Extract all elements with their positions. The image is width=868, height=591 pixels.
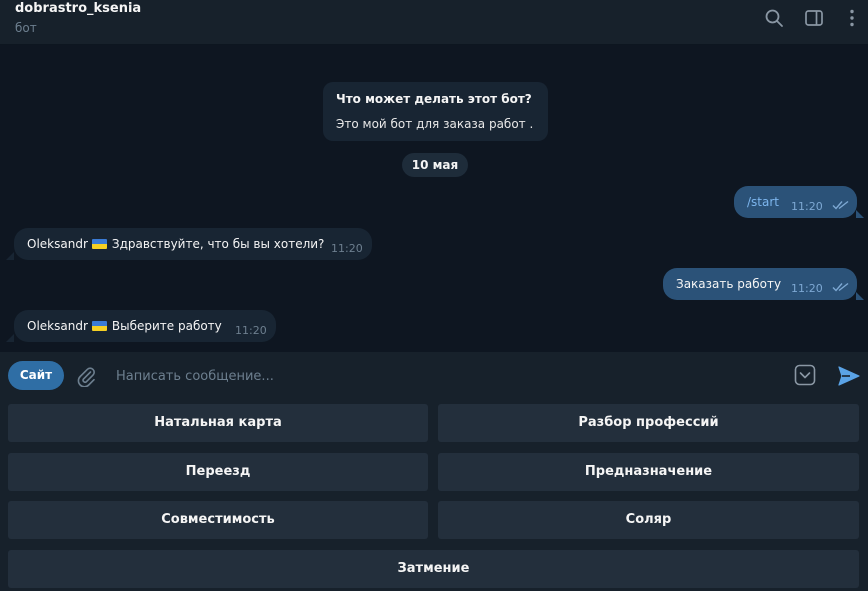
message-body: Выберите работу [111,319,222,333]
reply-keyboard: Натальная карта Разбор профессий Переезд… [0,399,868,591]
message-time: 11:20 [331,242,363,255]
more-icon[interactable] [842,8,862,28]
keyboard-button-purpose[interactable]: Предназначение [438,453,859,491]
message-time: 11:20 [791,200,823,213]
read-check-icon [832,200,849,210]
message-text: Заказать работу [676,277,782,291]
send-icon[interactable] [837,364,861,388]
sender-name: Oleksandr [27,319,88,333]
bot-intro-text: Это мой бот для заказа работ . [336,117,534,131]
message-body: Здравствуйте, что бы вы хотели? [111,237,325,251]
ukraine-flag-icon [91,239,107,249]
keyboard-button-compatibility[interactable]: Совместимость [8,501,428,539]
sidebar-toggle-icon[interactable] [804,8,824,28]
message-outgoing[interactable]: /start 11:20 [734,186,857,218]
bot-keyboard-icon[interactable] [794,364,816,386]
keyboard-button-professions[interactable]: Разбор профессий [438,404,859,442]
ukraine-flag-icon [91,321,107,331]
attach-icon[interactable] [75,365,97,387]
message-incoming[interactable]: Oleksandr Здравствуйте, что бы вы хотели?… [14,228,372,260]
site-button[interactable]: Сайт [8,361,64,390]
bubble-tail [6,252,14,260]
date-separator: 10 мая [402,153,468,177]
bubble-tail [856,210,864,218]
read-check-icon [832,282,849,292]
keyboard-button-eclipse[interactable]: Затмение [8,550,859,588]
search-icon[interactable] [764,8,784,28]
message-outgoing[interactable]: Заказать работу 11:20 [663,268,857,300]
message-time: 11:20 [235,324,267,337]
composer: Сайт [0,352,868,399]
message-input[interactable] [114,364,778,388]
bubble-tail [6,334,14,342]
bot-intro-card: Что может делать этот бот? Это мой бот д… [323,82,548,141]
message-text[interactable]: /start [747,186,779,218]
chat-title[interactable]: dobrastro_ksenia [15,1,141,16]
message-time: 11:20 [791,282,823,295]
chat-subtitle: бот [15,21,37,35]
keyboard-button-natal-chart[interactable]: Натальная карта [8,404,428,442]
sender-name: Oleksandr [27,237,88,251]
keyboard-button-solar[interactable]: Соляр [438,501,859,539]
message-text: Oleksandr Здравствуйте, что бы вы хотели? [27,228,324,260]
message-list[interactable]: Что может делать этот бот? Это мой бот д… [0,45,868,352]
chat-header: dobrastro_ksenia бот [0,0,868,45]
keyboard-button-relocation[interactable]: Переезд [8,453,428,491]
message-text: Oleksandr Выберите работу [27,310,222,342]
bot-intro-title: Что может делать этот бот? [336,92,532,106]
bubble-tail [856,292,864,300]
message-incoming[interactable]: Oleksandr Выберите работу 11:20 [14,310,276,342]
